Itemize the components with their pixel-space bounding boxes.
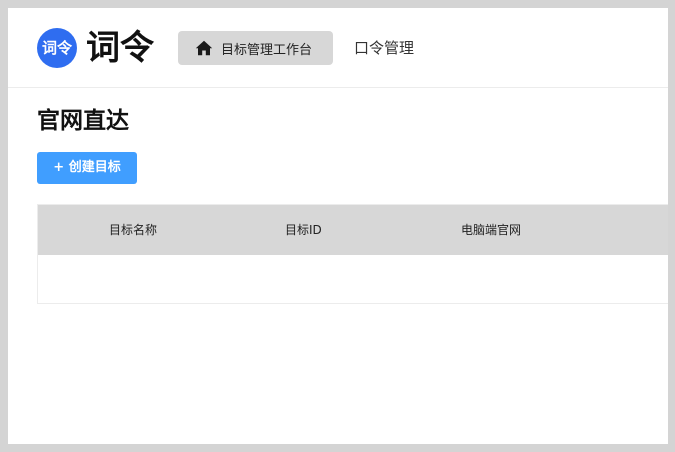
nav-item-command-management[interactable]: 口令管理 <box>354 38 414 58</box>
column-header-target-id[interactable]: 目标ID <box>285 205 322 255</box>
column-header-desktop-site[interactable]: 电脑端官网 <box>461 205 521 255</box>
create-target-button[interactable]: + 创建目标 <box>37 152 137 184</box>
home-icon <box>195 40 213 56</box>
nav-item-label: 目标管理工作台 <box>221 42 313 58</box>
target-table: 目标名称 目标ID 电脑端官网 <box>37 204 668 304</box>
page-title: 官网直达 <box>37 108 129 134</box>
app-window: 词令 词令 目标管理工作台 口令管理 官网直达 + 创建目标 目标名称 目标ID… <box>8 8 668 444</box>
column-header-target-name[interactable]: 目标名称 <box>109 205 157 255</box>
top-header: 词令 词令 目标管理工作台 口令管理 <box>8 8 668 88</box>
logo-badge: 词令 <box>37 28 77 68</box>
nav-item-target-workbench[interactable]: 目标管理工作台 <box>178 31 333 65</box>
app-logo-text: 词令 <box>86 28 154 68</box>
table-body-empty <box>38 255 668 303</box>
table-header: 目标名称 目标ID 电脑端官网 <box>38 205 668 255</box>
